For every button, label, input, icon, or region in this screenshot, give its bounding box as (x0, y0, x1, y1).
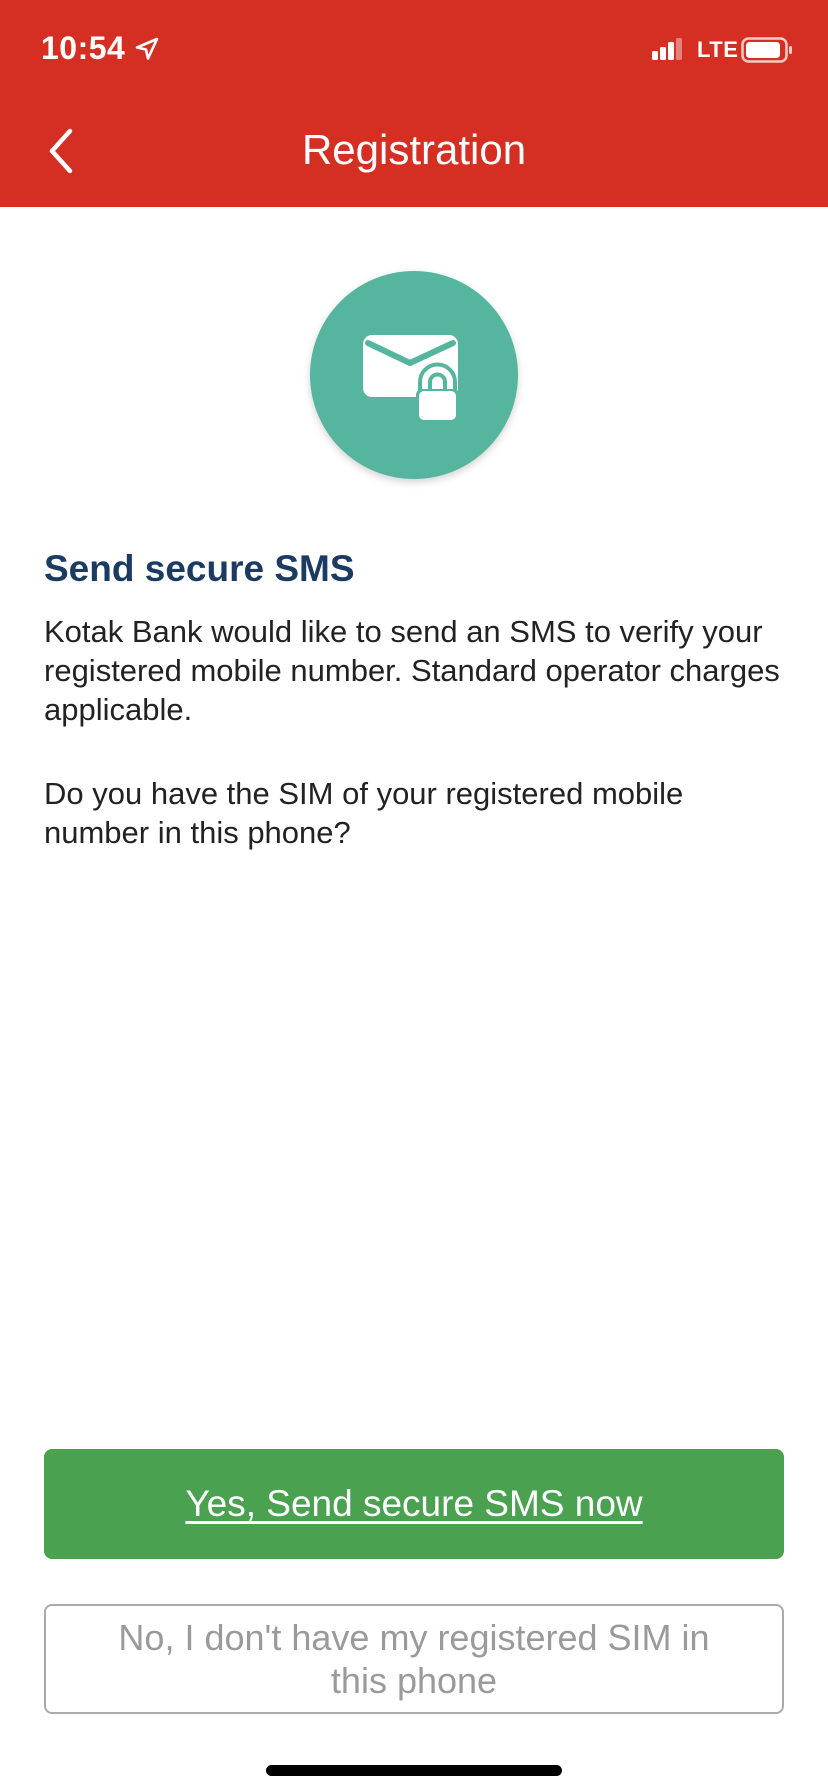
nav-bar: Registration (0, 100, 828, 207)
sim-question-text: Do you have the SIM of your registered m… (44, 776, 684, 850)
send-sms-button[interactable]: Yes, Send secure SMS now (44, 1449, 784, 1559)
app-header: 10:54 LTE Registration (0, 0, 828, 207)
sms-info-text: Kotak Bank would like to send an SMS to … (44, 614, 780, 727)
no-sim-button[interactable]: No, I don't have my registered SIM in th… (44, 1604, 784, 1714)
location-arrow-icon (135, 37, 159, 60)
cellular-signal-icon (652, 38, 682, 60)
hero-icon-badge (310, 271, 518, 479)
home-indicator[interactable] (266, 1765, 562, 1776)
battery-icon (741, 37, 792, 63)
status-time: 10:54 (41, 30, 126, 66)
registration-screen: 10:54 LTE Registration Send secure SMS K… (0, 0, 828, 1792)
section-heading: Send secure SMS (44, 548, 355, 589)
network-type: LTE (697, 37, 739, 62)
status-bar: 10:54 LTE (0, 0, 828, 100)
page-title: Registration (301, 126, 527, 173)
envelope-lock-icon (363, 335, 459, 423)
